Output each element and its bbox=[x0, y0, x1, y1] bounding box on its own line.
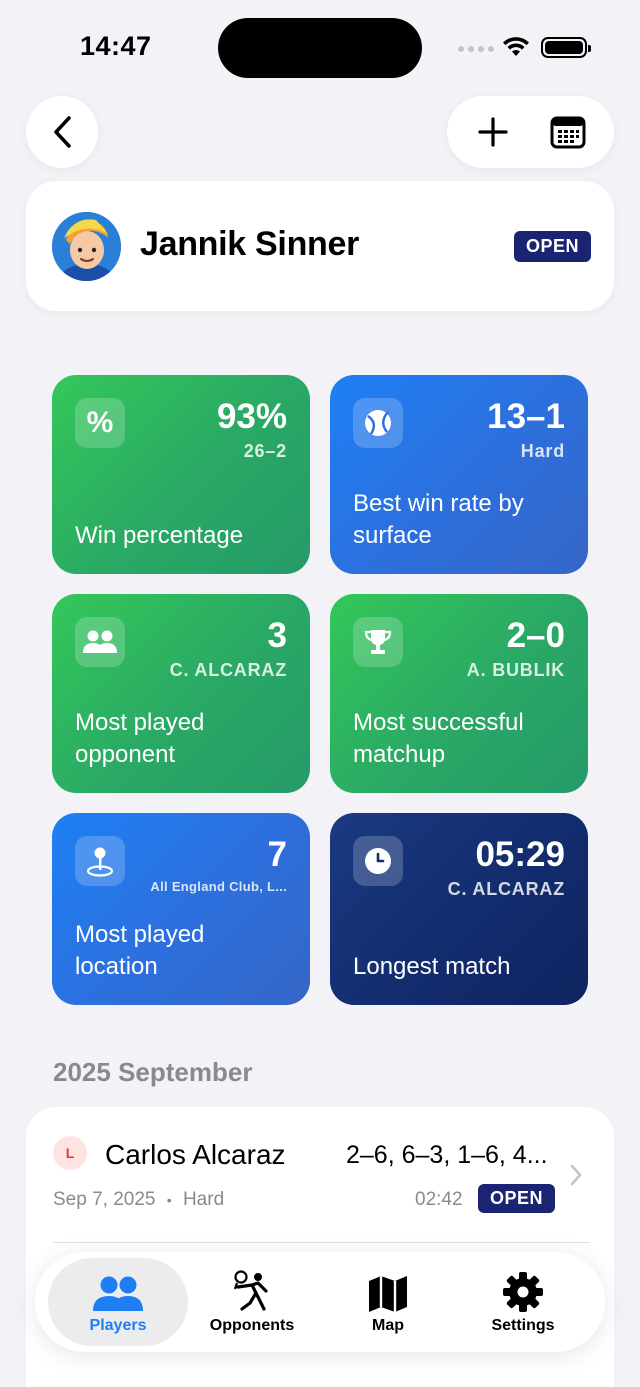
match-duration: 02:42 bbox=[415, 1189, 463, 1210]
stat-subvalue: All England Club, L... bbox=[150, 879, 287, 894]
tennis-ball-icon bbox=[353, 398, 403, 448]
stat-card-win-percentage[interactable]: % 93% 26–2 Win percentage bbox=[52, 375, 310, 574]
stat-subvalue: A. BUBLIK bbox=[466, 660, 565, 680]
player-name: Jannik Sinner bbox=[140, 225, 360, 263]
gear-icon bbox=[503, 1272, 543, 1312]
stat-subvalue: Hard bbox=[520, 441, 565, 461]
opponents-icon bbox=[233, 1270, 268, 1311]
tab-label: Map bbox=[372, 1317, 404, 1334]
match-score: 2–6, 6–3, 1–6, 4... bbox=[346, 1141, 548, 1169]
tab-label: Settings bbox=[491, 1317, 555, 1334]
stat-card-most-played-location[interactable]: 7 All England Club, L... Most played loc… bbox=[52, 813, 310, 1005]
chevron-left-icon bbox=[54, 116, 71, 148]
calendar-icon bbox=[550, 116, 586, 149]
percent-icon: % bbox=[75, 398, 125, 448]
opponent-name: Carlos Alcaraz bbox=[105, 1139, 286, 1170]
stat-subvalue: C. ALCARAZ bbox=[169, 660, 287, 680]
stat-value: 13–1 bbox=[487, 397, 565, 436]
avatar bbox=[52, 212, 121, 281]
people-icon bbox=[75, 617, 125, 667]
stat-card-most-successful-matchup[interactable]: 2–0 A. BUBLIK Most successful matchup bbox=[330, 594, 588, 793]
stat-value: 7 bbox=[267, 835, 287, 874]
divider bbox=[53, 1242, 590, 1243]
chevron-right-icon bbox=[570, 1164, 582, 1186]
match-surface: Hard bbox=[182, 1189, 225, 1210]
signal-icon bbox=[458, 46, 494, 52]
tab-label: Players bbox=[89, 1317, 147, 1334]
plus-icon bbox=[478, 117, 508, 147]
meta-separator: • bbox=[166, 1192, 172, 1208]
stat-label: Most played opponent bbox=[75, 709, 205, 768]
calendar-button[interactable] bbox=[538, 102, 598, 162]
stat-value: 05:29 bbox=[475, 835, 565, 874]
status-time: 14:47 bbox=[80, 31, 152, 61]
tab-players[interactable]: Players bbox=[48, 1258, 188, 1346]
stat-card-longest-match[interactable]: 05:29 C. ALCARAZ Longest match bbox=[330, 813, 588, 1005]
stat-card-best-surface[interactable]: 13–1 Hard Best win rate by surface bbox=[330, 375, 588, 574]
tour-badge: OPEN bbox=[514, 231, 592, 262]
dynamic-island bbox=[218, 18, 422, 78]
player-header-card[interactable]: Jannik Sinner OPEN bbox=[26, 181, 614, 311]
tab-map[interactable]: Map bbox=[318, 1258, 458, 1346]
stat-label: Win percentage bbox=[75, 522, 244, 549]
stat-subvalue: C. ALCARAZ bbox=[447, 879, 565, 899]
toolbar-actions bbox=[447, 96, 614, 168]
tab-settings[interactable]: Settings bbox=[453, 1258, 593, 1346]
section-title: 2025 September bbox=[53, 1057, 253, 1087]
tab-bar: Players Opponents Map Settings bbox=[35, 1252, 605, 1352]
stat-value: 3 bbox=[267, 616, 287, 655]
tab-opponents[interactable]: Opponents bbox=[182, 1258, 322, 1346]
map-icon bbox=[369, 1276, 407, 1312]
tour-badge: OPEN bbox=[478, 1184, 556, 1213]
match-date: Sep 7, 2025 bbox=[53, 1189, 156, 1210]
match-meta: Sep 7, 2025 • Hard bbox=[53, 1189, 224, 1211]
wifi-icon bbox=[503, 37, 529, 56]
stat-value: 93% bbox=[216, 397, 287, 436]
back-button[interactable] bbox=[26, 96, 98, 168]
stat-label: Best win rate by surface bbox=[353, 490, 524, 549]
status-bar: 14:47 bbox=[0, 0, 640, 96]
trophy-icon bbox=[353, 617, 403, 667]
stat-subvalue: 26–2 bbox=[243, 441, 287, 461]
stat-label: Longest match bbox=[353, 953, 511, 980]
tab-label: Opponents bbox=[209, 1317, 295, 1334]
stat-label: Most successful matchup bbox=[353, 709, 524, 768]
add-button[interactable] bbox=[463, 102, 523, 162]
players-icon bbox=[93, 1276, 143, 1311]
clock-icon bbox=[353, 836, 403, 886]
location-pin-icon bbox=[75, 836, 125, 886]
stat-label: Most played location bbox=[75, 921, 205, 980]
battery-icon bbox=[541, 37, 591, 58]
result-badge: L bbox=[53, 1136, 87, 1170]
stat-card-most-played-opponent[interactable]: 3 C. ALCARAZ Most played opponent bbox=[52, 594, 310, 793]
stat-value: 2–0 bbox=[506, 616, 565, 655]
